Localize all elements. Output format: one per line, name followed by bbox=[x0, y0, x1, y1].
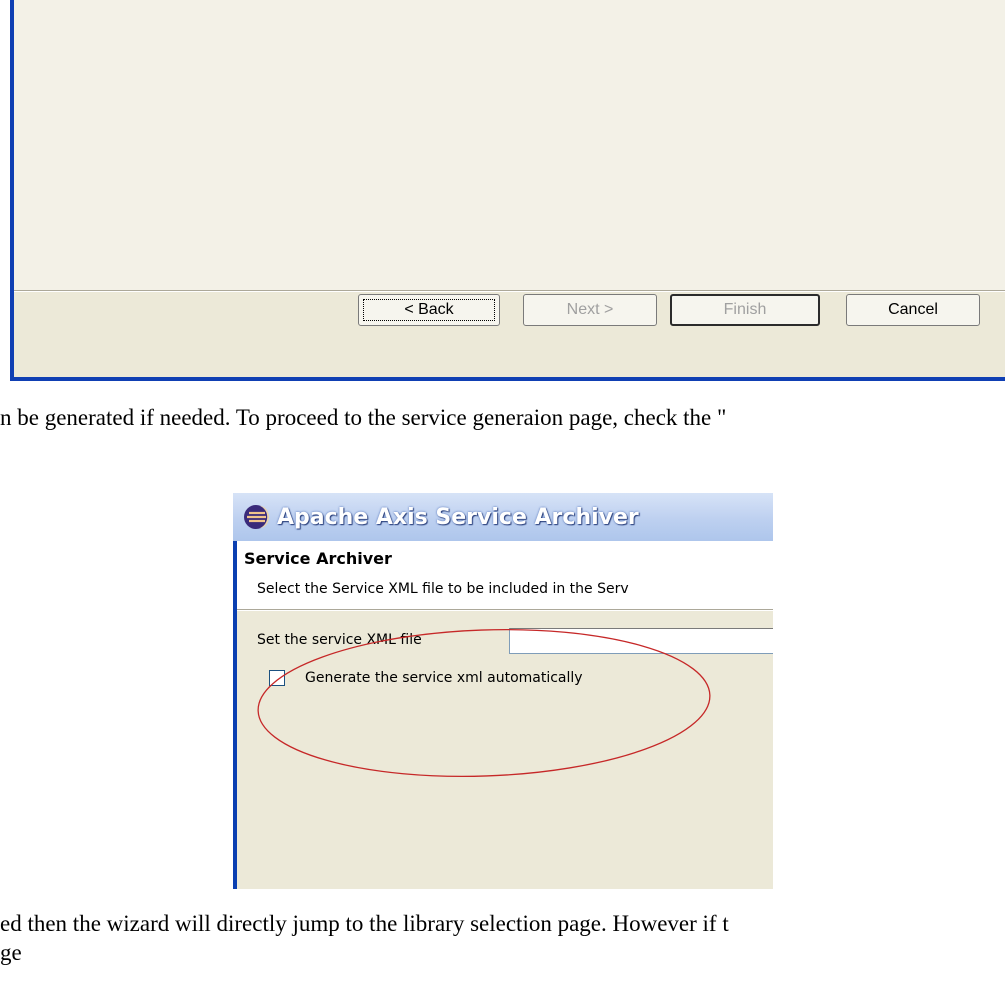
paragraph-text: n be generated if needed. To proceed to … bbox=[0, 405, 727, 430]
finish-button-label: Finish bbox=[723, 301, 767, 318]
next-button[interactable]: Next > bbox=[523, 294, 657, 326]
paragraph-text-2: ed then the wizard will directly jump to… bbox=[0, 911, 729, 936]
focus-rect bbox=[363, 299, 495, 321]
finish-button[interactable]: Finish bbox=[670, 294, 820, 326]
cancel-button-label: Cancel bbox=[888, 301, 938, 318]
next-button-label: Next > bbox=[566, 301, 614, 318]
service-archiver-screenshot: Apache Axis Service Archiver Service Arc… bbox=[233, 493, 773, 889]
back-button[interactable]: < Back bbox=[358, 294, 500, 326]
cancel-button[interactable]: Cancel bbox=[846, 294, 980, 326]
paragraph-text-3: ge bbox=[0, 940, 22, 965]
wizard-content-area bbox=[14, 0, 1005, 291]
wizard-dialog-top: < Back Next > Finish Cancel bbox=[10, 0, 1005, 381]
annotation-ellipse bbox=[257, 628, 711, 778]
button-bar-separator bbox=[14, 291, 1005, 292]
window-border bbox=[233, 541, 237, 889]
